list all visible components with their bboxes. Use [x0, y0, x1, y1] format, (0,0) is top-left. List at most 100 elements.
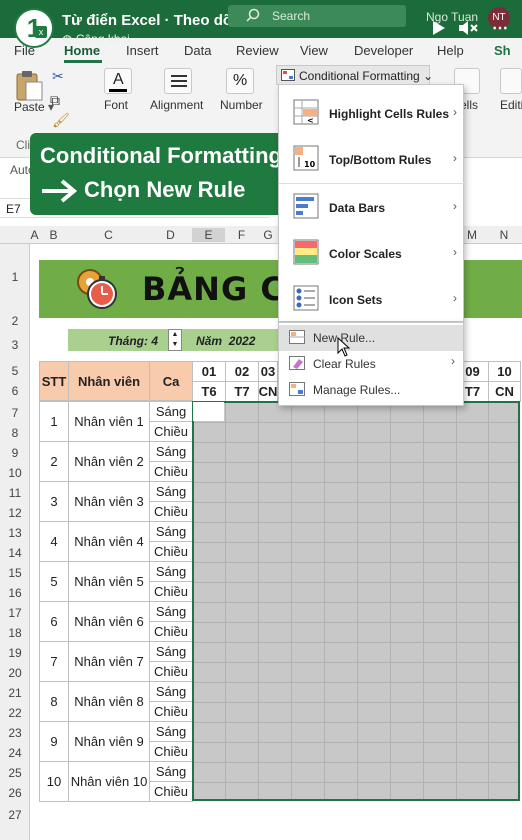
row-header[interactable]: 13: [0, 526, 30, 540]
stt-cell[interactable]: 4: [39, 521, 69, 562]
row-header[interactable]: 22: [0, 706, 30, 720]
stt-cell[interactable]: 7: [39, 641, 69, 682]
row-header[interactable]: 15: [0, 566, 30, 580]
editing-icon[interactable]: [500, 68, 522, 94]
format-painter-icon[interactable]: 🖌: [52, 112, 70, 129]
employee-name-cell[interactable]: Nhân viên 5: [68, 561, 150, 602]
row-header[interactable]: 26: [0, 786, 30, 800]
year-value[interactable]: 2022: [229, 334, 256, 348]
row-header[interactable]: 5: [0, 364, 30, 378]
shift-cell[interactable]: Chiều: [149, 621, 193, 642]
stt-cell[interactable]: 5: [39, 561, 69, 602]
row-header[interactable]: 8: [0, 426, 30, 440]
alignment-label[interactable]: Alignment: [150, 98, 203, 112]
shift-cell[interactable]: Chiều: [149, 741, 193, 762]
menu-item-highlight-cells-rules[interactable]: < Highlight Cells Rules ›: [279, 99, 465, 131]
row-header[interactable]: 21: [0, 686, 30, 700]
shift-cell[interactable]: Sáng: [149, 721, 193, 742]
paste-label[interactable]: Paste: [14, 100, 45, 114]
shift-cell[interactable]: Chiều: [149, 581, 193, 602]
column-header-b[interactable]: B: [39, 228, 68, 242]
tab-share[interactable]: Sh: [494, 43, 511, 58]
shift-cell[interactable]: Chiều: [149, 421, 193, 442]
employee-name-cell[interactable]: Nhân viên 7: [68, 641, 150, 682]
employee-name-cell[interactable]: Nhân viên 1: [68, 401, 150, 442]
row-header[interactable]: 11: [0, 486, 30, 500]
alignment-icon[interactable]: [164, 68, 192, 94]
stt-cell[interactable]: 6: [39, 601, 69, 642]
shift-cell[interactable]: Sáng: [149, 401, 193, 422]
active-cell-e7[interactable]: [193, 402, 224, 421]
percent-icon[interactable]: %: [226, 68, 254, 94]
column-header-d[interactable]: D: [149, 228, 192, 242]
row-header[interactable]: 27: [0, 808, 30, 822]
column-header-g[interactable]: G: [258, 228, 278, 242]
row-header[interactable]: 16: [0, 586, 30, 600]
stt-cell[interactable]: 1: [39, 401, 69, 442]
shift-cell[interactable]: Sáng: [149, 761, 193, 782]
shift-cell[interactable]: Sáng: [149, 481, 193, 502]
shift-cell[interactable]: Chiều: [149, 701, 193, 722]
row-header[interactable]: 17: [0, 606, 30, 620]
shift-cell[interactable]: Chiều: [149, 781, 193, 802]
font-icon[interactable]: A: [104, 68, 132, 94]
font-label[interactable]: Font: [104, 98, 128, 112]
play-icon[interactable]: [432, 20, 446, 36]
stt-cell[interactable]: 3: [39, 481, 69, 522]
tab-developer[interactable]: Developer: [354, 43, 413, 58]
shift-cell[interactable]: Sáng: [149, 681, 193, 702]
menu-item-clear-rules[interactable]: Clear Rules ›: [279, 351, 463, 377]
row-header[interactable]: 25: [0, 766, 30, 780]
shift-cell[interactable]: Sáng: [149, 521, 193, 542]
menu-item-color-scales[interactable]: Color Scales ›: [279, 239, 465, 271]
stt-cell[interactable]: 8: [39, 681, 69, 722]
shift-cell[interactable]: Chiều: [149, 501, 193, 522]
column-header-c[interactable]: C: [68, 228, 149, 242]
search-input[interactable]: Search: [228, 5, 406, 27]
menu-item-icon-sets[interactable]: Icon Sets ›: [279, 285, 465, 317]
menu-item-data-bars[interactable]: Data Bars ›: [279, 193, 465, 225]
selected-range[interactable]: [192, 401, 520, 801]
row-header[interactable]: 7: [0, 406, 30, 420]
shift-cell[interactable]: Chiều: [149, 461, 193, 482]
row-header[interactable]: 1: [0, 270, 30, 284]
column-header-e[interactable]: E: [192, 228, 225, 242]
tab-help[interactable]: Help: [437, 43, 464, 58]
row-header[interactable]: 24: [0, 746, 30, 760]
shift-cell[interactable]: Sáng: [149, 561, 193, 582]
row-header[interactable]: 6: [0, 384, 30, 398]
cut-icon[interactable]: ✂: [52, 68, 64, 85]
employee-name-cell[interactable]: Nhân viên 3: [68, 481, 150, 522]
row-header[interactable]: 12: [0, 506, 30, 520]
stt-cell[interactable]: 9: [39, 721, 69, 762]
shift-cell[interactable]: Sáng: [149, 601, 193, 622]
menu-item-new-rule[interactable]: New Rule...: [279, 325, 463, 357]
employee-name-cell[interactable]: Nhân viên 10: [68, 761, 150, 802]
month-value[interactable]: 4: [151, 334, 158, 348]
row-header[interactable]: 18: [0, 626, 30, 640]
employee-name-cell[interactable]: Nhân viên 4: [68, 521, 150, 562]
number-label[interactable]: Number: [220, 98, 263, 112]
row-header[interactable]: 2: [0, 314, 30, 328]
employee-name-cell[interactable]: Nhân viên 8: [68, 681, 150, 722]
conditional-formatting-button[interactable]: Conditional Formatting ⌄: [276, 65, 433, 85]
menu-item-manage-rules[interactable]: Manage Rules...: [279, 377, 463, 403]
row-header[interactable]: 14: [0, 546, 30, 560]
shift-cell[interactable]: Sáng: [149, 441, 193, 462]
row-header[interactable]: 3: [0, 338, 30, 352]
employee-name-cell[interactable]: Nhân viên 2: [68, 441, 150, 482]
row-header[interactable]: 23: [0, 726, 30, 740]
column-header-f[interactable]: F: [225, 228, 258, 242]
stt-cell[interactable]: 10: [39, 761, 69, 802]
tab-insert[interactable]: Insert: [126, 43, 159, 58]
employee-name-cell[interactable]: Nhân viên 6: [68, 601, 150, 642]
employee-name-cell[interactable]: Nhân viên 9: [68, 721, 150, 762]
row-header[interactable]: 9: [0, 446, 30, 460]
paste-icon[interactable]: [14, 70, 44, 102]
tab-review[interactable]: Review: [236, 43, 279, 58]
shift-cell[interactable]: Sáng: [149, 641, 193, 662]
row-header[interactable]: 10: [0, 466, 30, 480]
shift-cell[interactable]: Chiều: [149, 661, 193, 682]
shift-cell[interactable]: Chiều: [149, 541, 193, 562]
row-header[interactable]: 20: [0, 666, 30, 680]
